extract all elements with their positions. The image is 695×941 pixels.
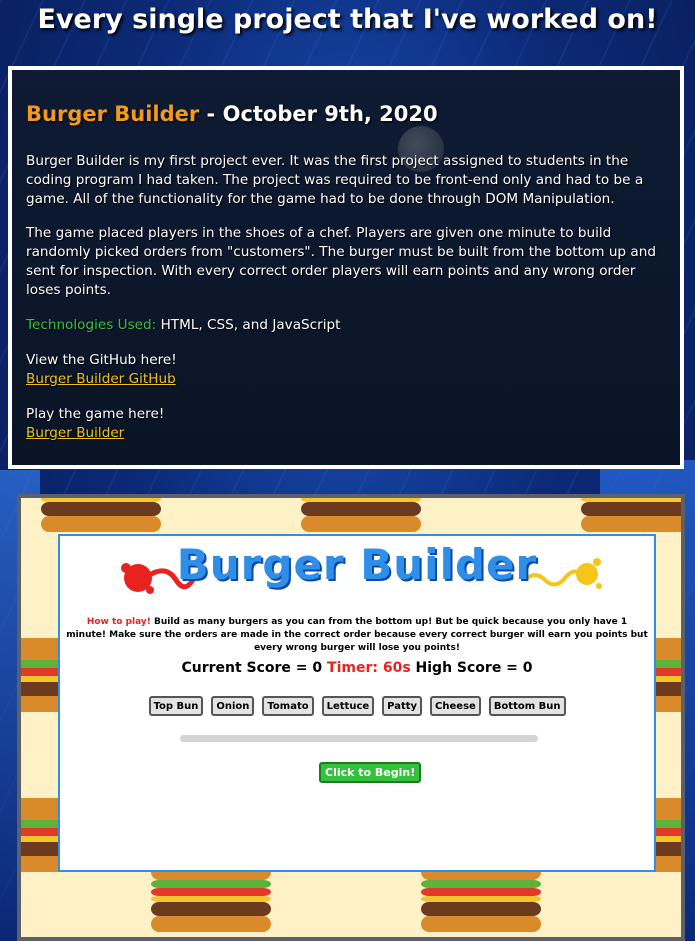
burger-layer xyxy=(151,888,271,896)
timer-progress-bar xyxy=(180,735,538,742)
page-title: Every single project that I've worked on… xyxy=(37,4,658,35)
tomato-button[interactable]: Tomato xyxy=(262,696,314,716)
score-row: Current Score = 0 Timer: 60s High Score … xyxy=(60,660,654,676)
burger-layer xyxy=(41,516,161,532)
burger-layer xyxy=(151,916,271,932)
game-screenshot: Burger Builder How to play! Build as man… xyxy=(17,494,685,941)
project-name: Burger Builder xyxy=(26,102,200,126)
technologies-line: Technologies Used: HTML, CSS, and JavaSc… xyxy=(26,316,672,335)
github-prompt: View the GitHub here! xyxy=(26,352,177,368)
project-gameplay: The game placed players in the shoes of … xyxy=(26,225,656,298)
burger-layer xyxy=(301,502,421,516)
how-to-play-text: Build as many burgers as you can from th… xyxy=(66,617,648,653)
burger-layer xyxy=(151,896,271,902)
lettuce-button[interactable]: Lettuce xyxy=(321,696,375,716)
current-score: Current Score = 0 xyxy=(181,660,323,676)
technologies-value: HTML, CSS, and JavaScript xyxy=(156,317,341,333)
how-to-play-label: How to play! xyxy=(86,617,151,627)
burger-layer xyxy=(421,888,541,896)
play-link-row: Burger Builder xyxy=(26,424,672,443)
github-link[interactable]: Burger Builder GitHub xyxy=(26,371,176,387)
onion-button[interactable]: Onion xyxy=(211,696,255,716)
burger-layer xyxy=(421,902,541,916)
burger-layer xyxy=(421,916,541,932)
burger-layer xyxy=(151,902,271,916)
burger-layer xyxy=(581,502,681,516)
burger-icon xyxy=(41,498,161,532)
burger-layer xyxy=(41,502,161,516)
project-date: - October 9th, 2020 xyxy=(199,102,438,126)
burger-layer xyxy=(151,880,271,888)
begin-button[interactable]: Click to Begin! xyxy=(319,762,422,783)
burger-layer xyxy=(41,498,161,502)
cheese-button[interactable]: Cheese xyxy=(430,696,481,716)
high-score: High Score = 0 xyxy=(415,660,533,676)
project-heading: Burger Builder - October 9th, 2020 xyxy=(26,102,438,126)
burger-layer xyxy=(581,498,681,502)
timer: Timer: 60s xyxy=(327,660,411,676)
burger-layer xyxy=(421,880,541,888)
game-panel: Burger Builder How to play! Build as man… xyxy=(58,534,656,872)
ingredient-buttons: Top Bun Onion Tomato Lettuce Patty Chees… xyxy=(60,696,654,716)
patty-button[interactable]: Patty xyxy=(382,696,423,716)
project-card: Burger Builder - October 9th, 2020 Burge… xyxy=(8,66,684,469)
play-game-link[interactable]: Burger Builder xyxy=(26,425,124,441)
burger-icon xyxy=(301,498,421,532)
github-link-row: Burger Builder GitHub xyxy=(26,370,672,389)
burger-layer xyxy=(581,516,681,532)
play-prompt: Play the game here! xyxy=(26,406,165,422)
top-bun-button[interactable]: Top Bun xyxy=(148,696,204,716)
burger-layer xyxy=(301,516,421,532)
burger-layer xyxy=(421,896,541,902)
burger-icon xyxy=(581,498,681,532)
project-description: Burger Builder is my first project ever.… xyxy=(26,153,644,207)
technologies-label: Technologies Used: xyxy=(26,317,157,333)
burger-layer xyxy=(301,498,421,502)
bottom-bun-button[interactable]: Bottom Bun xyxy=(488,696,566,716)
how-to-play: How to play! Build as many burgers as yo… xyxy=(66,616,648,655)
game-logo: Burger Builder xyxy=(176,540,538,589)
